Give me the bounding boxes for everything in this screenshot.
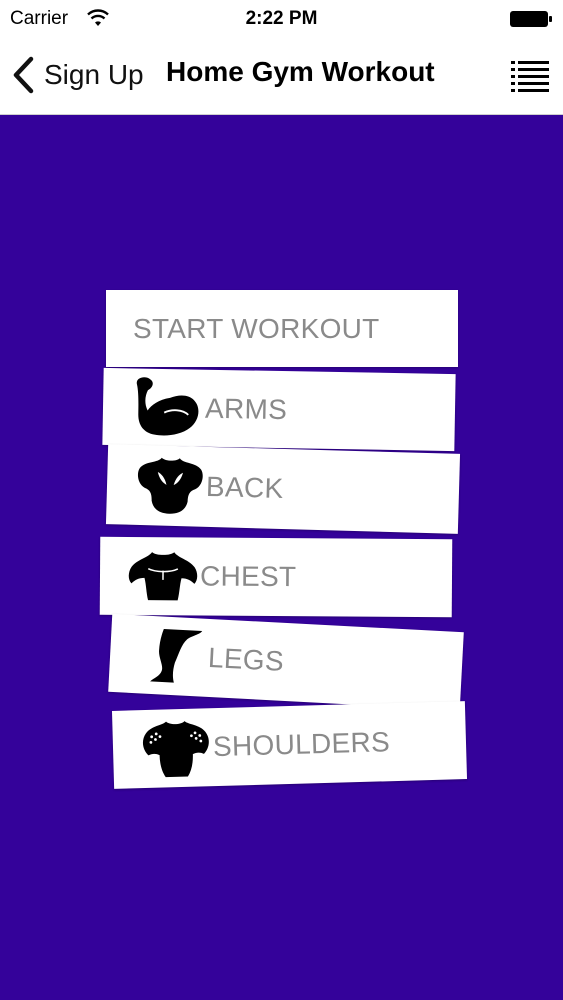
back-button[interactable]: Sign Up — [10, 52, 144, 98]
chest-icon — [128, 552, 198, 601]
clock: 2:22 PM — [245, 8, 318, 29]
start-workout-label: START WORKOUT — [133, 312, 380, 344]
navigation-bar: Sign Up Home Gym Workout — [0, 38, 563, 115]
arms-button[interactable]: ARMS — [102, 367, 456, 452]
back-button-card[interactable]: BACK — [105, 444, 461, 534]
battery-icon — [510, 11, 552, 27]
back-label: BACK — [205, 470, 284, 505]
page-title: Home Gym Workout — [166, 56, 435, 87]
status-bar: Carrier 2:22 PM — [0, 0, 563, 38]
back-button-label: Sign Up — [44, 59, 144, 90]
chest-button[interactable]: CHEST — [99, 536, 453, 618]
legs-icon — [150, 629, 203, 683]
chevron-left-icon — [13, 56, 34, 94]
chest-label: CHEST — [199, 560, 297, 593]
arms-label: ARMS — [204, 392, 288, 425]
back-icon — [137, 457, 203, 514]
shoulders-icon — [142, 721, 209, 778]
list-menu-icon[interactable] — [511, 58, 549, 92]
legs-button[interactable]: LEGS — [108, 613, 464, 711]
shoulders-button[interactable]: SHOULDERS — [111, 701, 468, 789]
start-workout-button[interactable]: START WORKOUT — [106, 290, 458, 367]
shoulders-label: SHOULDERS — [212, 726, 391, 763]
arms-icon — [136, 376, 199, 435]
legs-label: LEGS — [207, 641, 285, 677]
main-content: START WORKOUT ARMS BACK CHEST LEGS SHOUL… — [0, 115, 563, 1000]
